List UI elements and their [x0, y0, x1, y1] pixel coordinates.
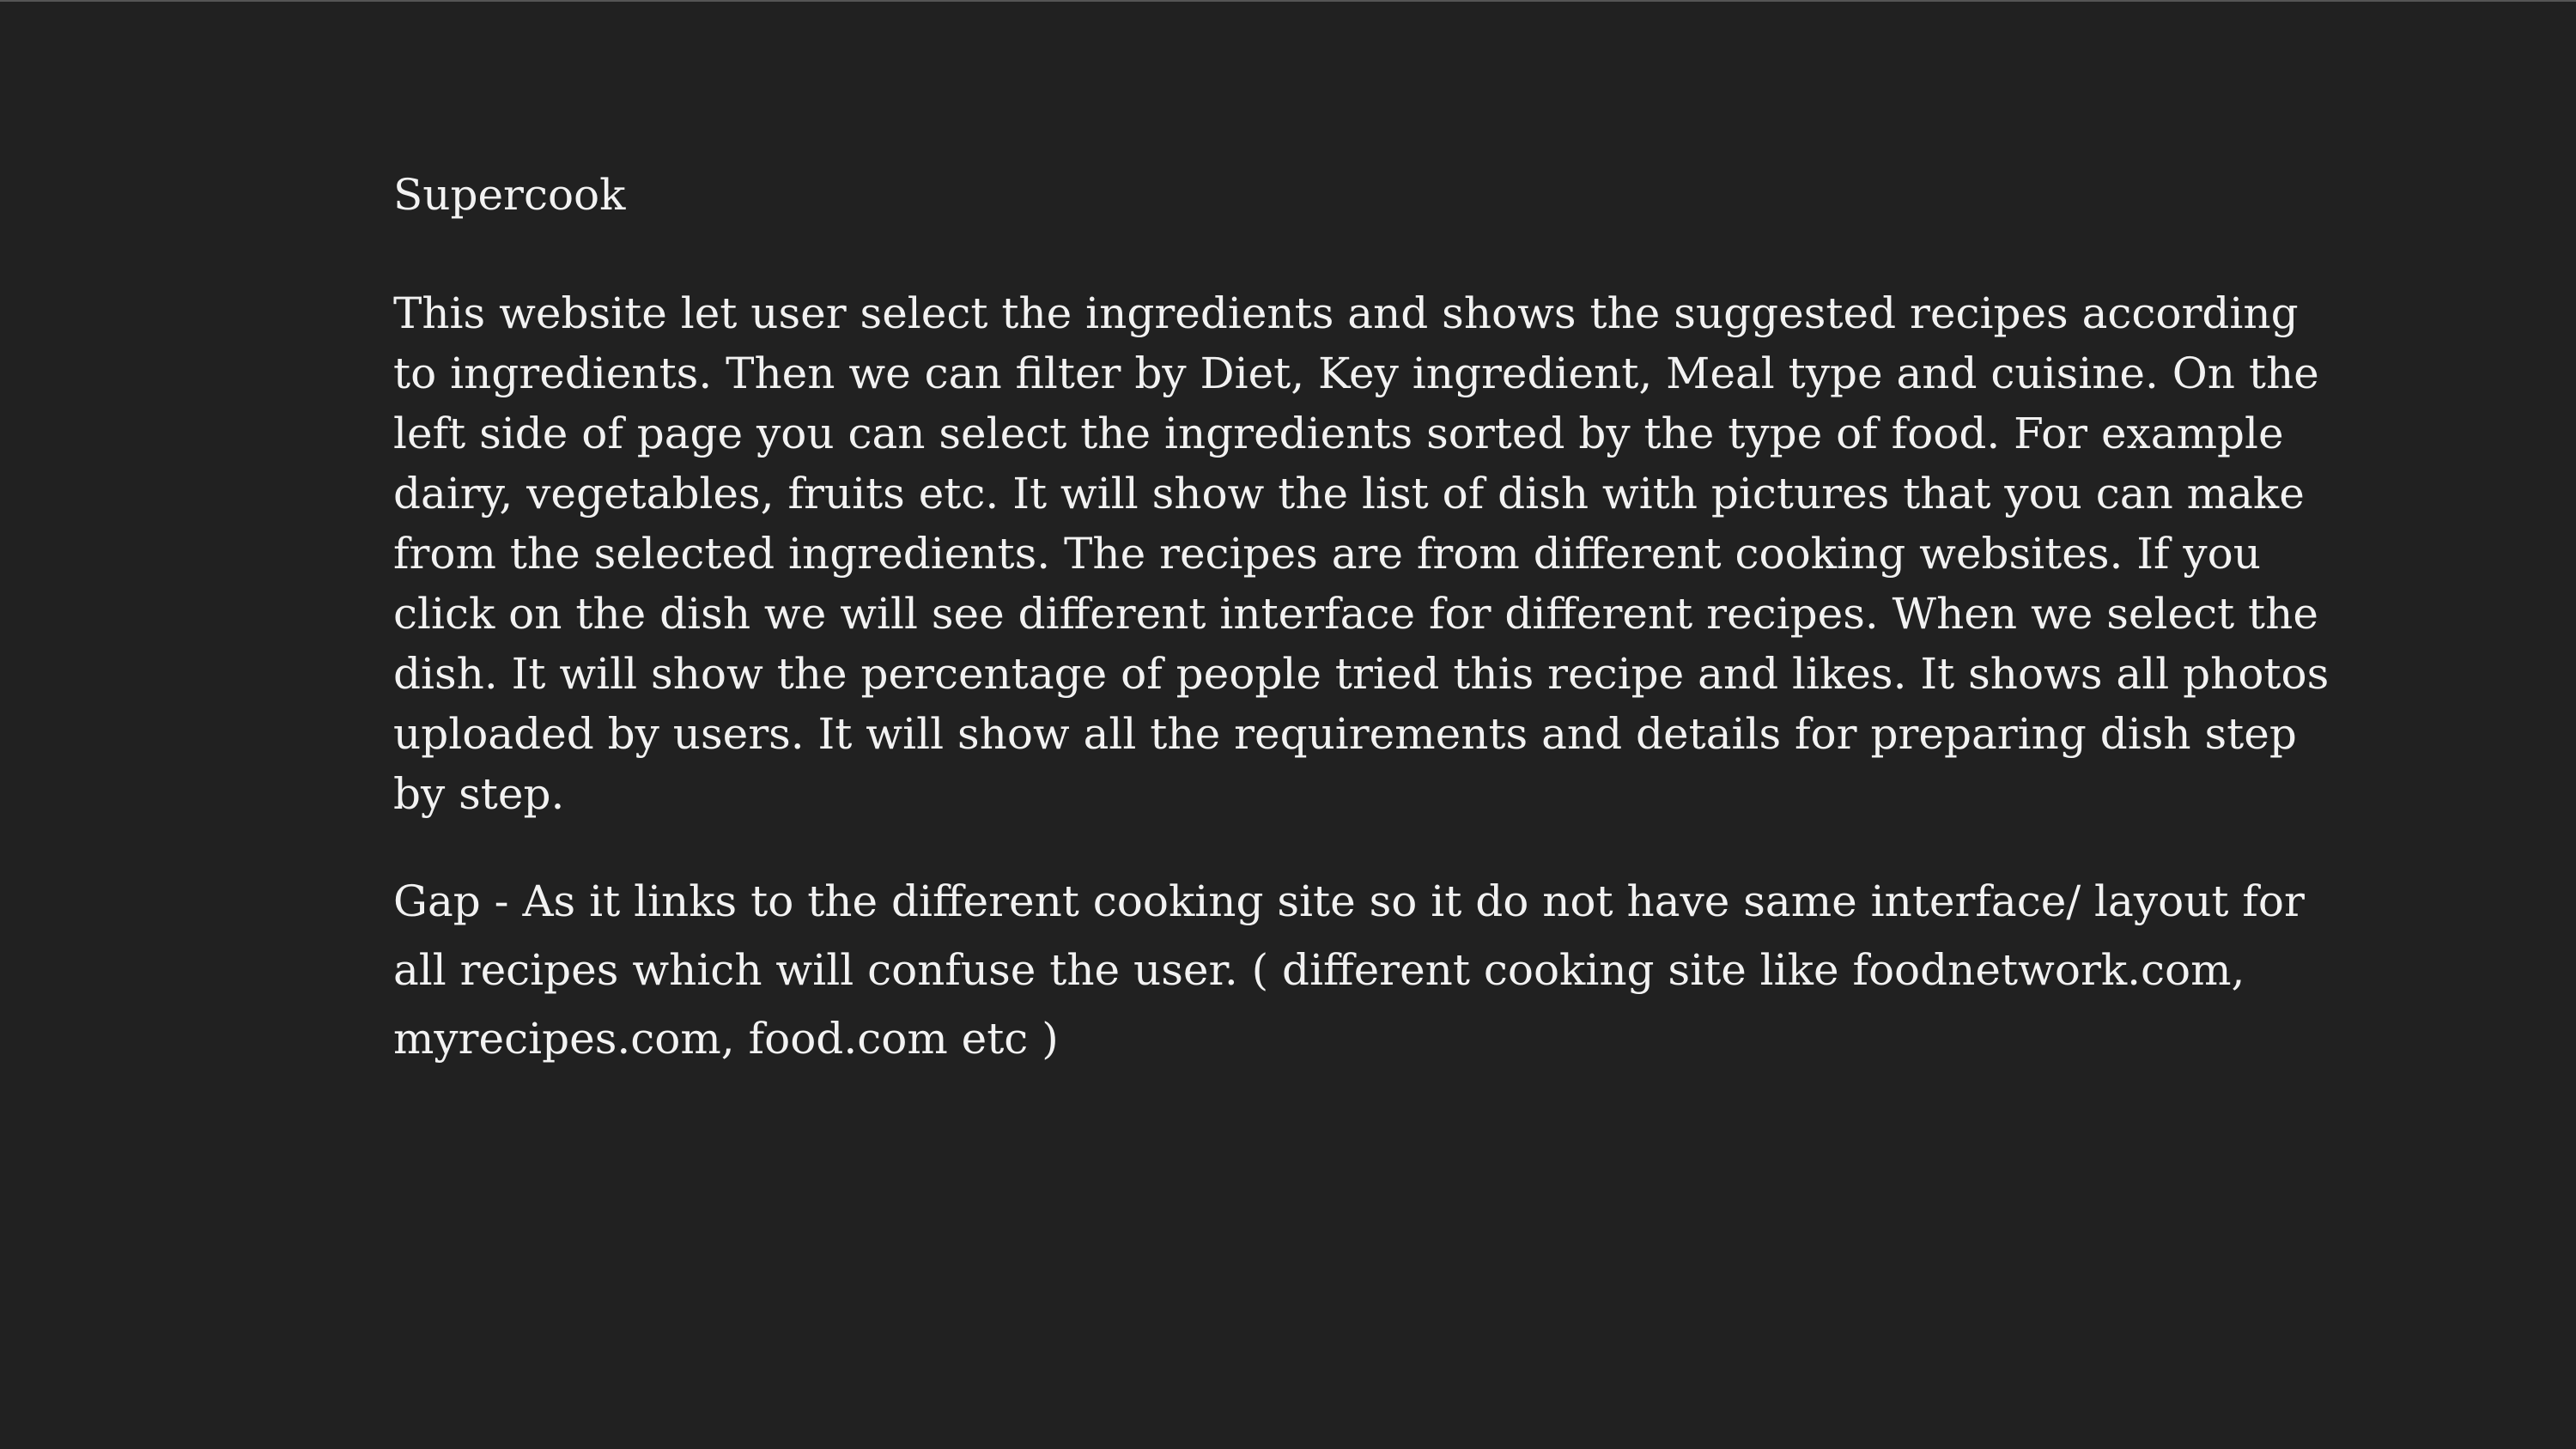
slide: Supercook This website let user select t… — [0, 0, 2576, 1449]
gap-paragraph: Gap - As it links to the different cooki… — [393, 876, 2305, 1064]
description-paragraph: This website let user select the ingredi… — [393, 288, 2330, 819]
slide-title: Supercook — [393, 170, 626, 220]
slide-content: Supercook This website let user select t… — [393, 165, 2334, 1073]
